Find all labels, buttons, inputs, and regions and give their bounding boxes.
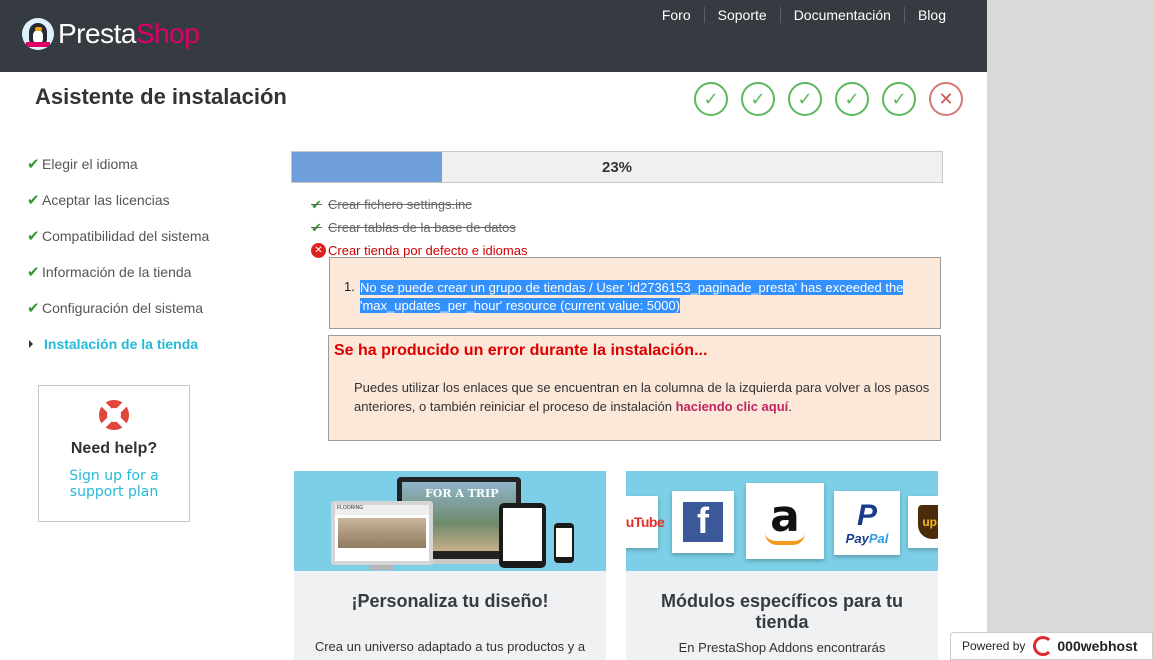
phone-illustration [554,523,574,563]
install-progress-bar: 23% [291,151,943,183]
webhost-logo: 000webhost [1033,636,1138,656]
error-circle-icon: ✕ [929,82,963,116]
card-text: En PrestaShop Addons encontrarás [678,640,886,655]
check-icon: ✔ [27,192,40,209]
tablet-illustration [499,503,546,568]
support-plan-link[interactable]: Sign up for a support plan [39,468,189,500]
promo-card-design[interactable]: FOR A TRIP FLOORING ¡Personaliza tu dise… [294,471,606,660]
step-label: Elegir el idioma [42,156,138,172]
webhost-swirl-icon [1033,636,1054,656]
error-detail-box: 1. No se puede crear un grupo de tiendas… [329,257,941,329]
puffin-logo-icon [22,18,54,50]
prestashop-logo[interactable]: PrestaShop [22,18,200,50]
laptop-screen-text: FOR A TRIP [425,487,499,500]
step-item-instalacion[interactable]: Instalación de la tienda [27,326,209,362]
right-gutter [987,0,1153,660]
task-item: ✔ Crear tablas de la base de datos [311,216,527,239]
check-icon: ✔ [27,264,40,281]
step-item-configuracion[interactable]: ✔ Configuración del sistema [27,290,209,326]
top-nav: Foro Soporte Documentación Blog [649,7,959,23]
step-item-idioma[interactable]: ✔ Elegir el idioma [27,146,209,182]
nav-link-blog[interactable]: Blog [903,7,959,23]
check-circle-icon: ✓ [835,82,869,116]
powered-prefix: Powered by [962,639,1026,653]
monitor-illustration: FLOORING [331,501,433,565]
logo-text: PrestaShop [58,18,200,49]
powered-by-badge[interactable]: Powered by 000webhost [950,632,1153,660]
step-item-compatibilidad[interactable]: ✔ Compatibilidad del sistema [27,218,209,254]
card-text: Crea un universo adaptado a tus producto… [314,639,586,654]
error-help-text: Puedes utilizar los enlaces que se encue… [354,380,930,414]
restart-install-link[interactable]: haciendo clic aquí [676,399,789,414]
error-message: No se puede crear un grupo de tiendas / … [360,279,910,315]
card-title: ¡Personaliza tu diseño! [351,591,549,611]
step-label: Compatibilidad del sistema [42,228,210,244]
arrow-right-icon [29,340,33,348]
check-circle-icon: ✓ [882,82,916,116]
error-heading: Se ha producido un error durante la inst… [334,342,708,359]
step-label: Información de la tienda [42,264,192,280]
amazon-logo-icon: a [746,483,824,559]
progress-label: 23% [601,159,633,176]
error-message-line2: 'max_updates_per_hour' resource (current… [360,298,681,313]
error-message-line1: No se puede crear un grupo de tiendas / … [360,280,904,295]
check-icon: ✔ [311,196,322,212]
check-icon: ✔ [27,300,40,317]
nav-link-foro[interactable]: Foro [649,7,704,23]
install-steps-menu: ✔ Elegir el idioma ✔ Aceptar las licencias… [27,146,209,362]
step-label: Configuración del sistema [42,300,204,316]
step-status-icons: ✓ ✓ ✓ ✓ ✓ ✕ [694,82,963,116]
support-plan-link-line2: support plan [69,484,159,500]
check-icon: ✔ [27,228,40,245]
nav-link-documentacion[interactable]: Documentación [779,7,904,23]
task-item: ✔ Crear fichero settings.inc [311,193,527,216]
ups-logo-icon: ups [908,496,938,548]
promo-card-modules[interactable]: ouTube f a PPayPal ups Módulos específic… [626,471,938,660]
devices-illustration: FOR A TRIP FLOORING [294,471,606,571]
paypal-logo-icon: P PayPal [834,491,900,555]
brands-illustration: ouTube f a PPayPal ups [626,471,938,571]
check-circle-icon: ✓ [694,82,728,116]
error-number: 1. [344,279,355,294]
step-label: Instalación de la tienda [44,336,199,352]
error-help-body: Puedes utilizar los enlaces que se encue… [354,380,930,414]
help-box: Need help? Sign up for a support plan [38,385,190,522]
header: PrestaShop Foro Soporte Documentación Bl… [0,0,987,72]
check-icon: ✔ [311,219,322,235]
step-item-informacion[interactable]: ✔ Información de la tienda [27,254,209,290]
lifebuoy-icon [99,400,129,430]
error-notice-box: Se ha producido un error durante la inst… [328,335,941,441]
step-item-licencias[interactable]: ✔ Aceptar las licencias [27,182,209,218]
check-circle-icon: ✓ [741,82,775,116]
support-plan-link-line1: Sign up for a [69,468,159,484]
facebook-logo-icon: f [672,491,734,553]
task-label: Crear fichero settings.inc [328,197,472,212]
help-title: Need help? [70,440,158,457]
check-icon: ✔ [27,156,40,173]
error-x-icon: ✕ [311,243,326,258]
card-title: Módulos específicos para tu tienda [660,591,904,632]
page-title: Asistente de instalación [35,84,287,109]
install-task-list: ✔ Crear fichero settings.inc ✔ Crear tabla… [311,193,527,262]
task-label: Crear tienda por defecto e idiomas [328,243,528,258]
step-label: Aceptar las licencias [42,192,170,208]
youtube-logo-icon: ouTube [626,496,665,548]
check-circle-icon: ✓ [788,82,822,116]
nav-link-soporte[interactable]: Soporte [703,7,780,23]
task-label: Crear tablas de la base de datos [328,220,516,235]
